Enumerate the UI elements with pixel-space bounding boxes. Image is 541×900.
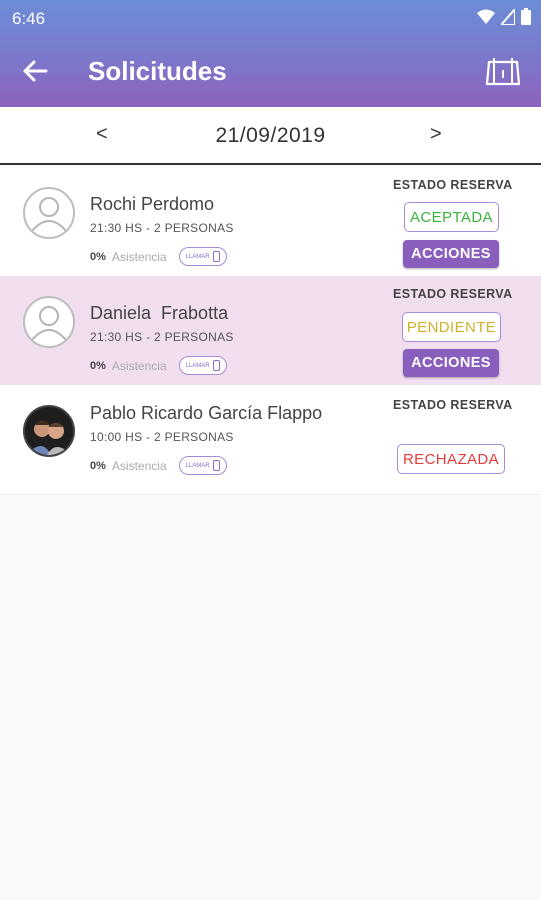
attendance-percent: 0%: [90, 250, 106, 263]
call-label: LLAMAR: [185, 253, 210, 260]
guest-name: Pablo Ricardo García Flappo: [90, 403, 323, 423]
avatar: [23, 296, 75, 348]
booking-details: 10:00 HS - 2 PERSONAS: [90, 430, 234, 444]
signal-icon: [501, 8, 515, 25]
attendance-info: 0% Asistencia LLAMAR: [90, 247, 227, 266]
status-heading: ESTADO RESERVA: [393, 178, 513, 192]
arrow-left-icon: [23, 60, 48, 82]
calendar-icon: [485, 58, 521, 86]
attendance-label: Asistencia: [111, 358, 167, 373]
battery-icon: [521, 8, 531, 25]
booking-details: 21:30 HS - 2 PERSONAS: [90, 221, 234, 235]
status-heading: ESTADO RESERVA: [393, 287, 513, 301]
next-date-button[interactable]: >: [430, 123, 442, 146]
app-header: 6:46 Solicitudes: [0, 0, 541, 107]
booking-details: 21:30 HS - 2 PERSONAS: [90, 330, 234, 344]
request-row[interactable]: Pablo Ricardo García Flappo 10:00 HS - 2…: [0, 385, 541, 495]
status-badge: RECHAZADA: [397, 444, 505, 474]
call-label: LLAMAR: [185, 362, 210, 369]
user-placeholder-icon: [31, 197, 67, 232]
wifi-icon: [477, 9, 495, 24]
call-label: LLAMAR: [185, 462, 210, 469]
back-button[interactable]: [18, 54, 52, 88]
phone-icon: [212, 360, 220, 371]
request-list: Rochi Perdomo 21:30 HS - 2 PERSONAS 0% A…: [0, 167, 541, 495]
attendance-label: Asistencia: [111, 458, 167, 473]
avatar: [23, 187, 75, 239]
status-icons: [477, 8, 531, 25]
prev-date-button[interactable]: <: [96, 123, 108, 146]
actions-button[interactable]: ACCIONES: [403, 240, 499, 268]
status-bar: 6:46: [0, 0, 541, 36]
calendar-button[interactable]: [485, 54, 521, 88]
request-row[interactable]: Daniela Frabotta 21:30 HS - 2 PERSONAS 0…: [0, 276, 541, 385]
request-row[interactable]: Rochi Perdomo 21:30 HS - 2 PERSONAS 0% A…: [0, 167, 541, 276]
actions-button[interactable]: ACCIONES: [403, 349, 499, 377]
attendance-info: 0% Asistencia LLAMAR: [90, 356, 227, 375]
user-photo: [25, 407, 73, 455]
attendance-info: 0% Asistencia LLAMAR: [90, 456, 227, 475]
page-title: Solicitudes: [88, 56, 227, 86]
call-button[interactable]: LLAMAR: [178, 456, 227, 475]
user-placeholder-icon: [31, 306, 67, 341]
status-time: 6:46: [12, 9, 46, 28]
status-badge: PENDIENTE: [402, 312, 501, 342]
call-button[interactable]: LLAMAR: [178, 356, 227, 375]
attendance-label: Asistencia: [111, 249, 167, 264]
call-button[interactable]: LLAMAR: [178, 247, 227, 266]
date-navigator: 21/09/2019 < >: [0, 107, 541, 165]
phone-icon: [212, 460, 220, 471]
status-heading: ESTADO RESERVA: [393, 398, 513, 412]
attendance-percent: 0%: [90, 359, 106, 372]
attendance-percent: 0%: [90, 459, 106, 472]
status-badge: ACEPTADA: [404, 202, 499, 232]
guest-name: Rochi Perdomo: [90, 194, 215, 214]
phone-icon: [212, 251, 220, 262]
avatar: [23, 405, 75, 457]
guest-name: Daniela Frabotta: [90, 303, 229, 323]
current-date: 21/09/2019: [215, 124, 326, 147]
